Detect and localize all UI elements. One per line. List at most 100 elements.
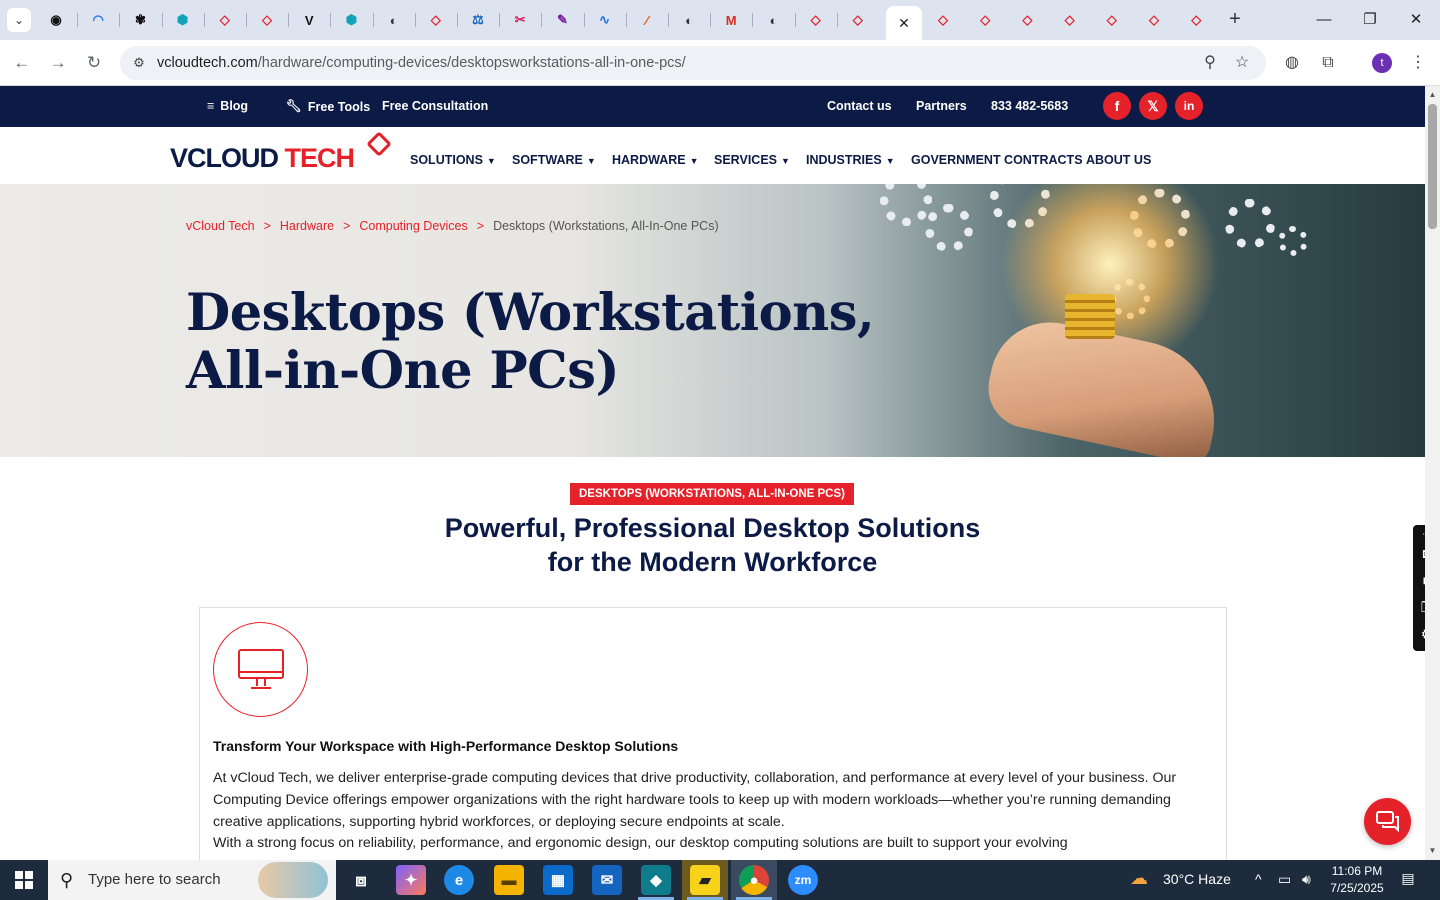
gmail-icon[interactable]: M: [721, 10, 741, 30]
extensions-icon[interactable]: ⧉: [1318, 53, 1338, 73]
vcloud-icon[interactable]: ◇: [1186, 10, 1206, 30]
edge-icon[interactable]: e: [444, 865, 474, 895]
contact-link[interactable]: Contact us: [827, 99, 892, 113]
search-placeholder: Type here to search: [88, 871, 221, 888]
card-title: Transform Your Workspace with High-Perfo…: [213, 738, 679, 754]
globe-icon[interactable]: ◐: [763, 10, 783, 30]
tab-search-button[interactable]: ⌄: [7, 8, 31, 32]
github-icon[interactable]: ◉: [46, 10, 66, 30]
vcloud-icon[interactable]: ◇: [215, 10, 235, 30]
forward-icon[interactable]: →: [46, 51, 70, 75]
globe-icon[interactable]: ◐: [384, 10, 404, 30]
wrench-icon: 🔧︎: [286, 99, 302, 113]
vcloud-icon[interactable]: ◇: [426, 10, 446, 30]
openai-icon[interactable]: ✾: [130, 10, 150, 30]
url-text[interactable]: vcloudtech.com/hardware/computing-device…: [157, 55, 686, 71]
v-check-icon[interactable]: V: [299, 10, 319, 30]
vcloud-icon[interactable]: ◇: [975, 10, 995, 30]
scroll-thumb[interactable]: [1428, 104, 1437, 229]
breadcrumb: vCloud Tech > Hardware > Computing Devices > D…: [186, 219, 719, 233]
nav-industries[interactable]: INDUSTRIES ▼: [806, 153, 895, 167]
pen-icon[interactable]: ✎: [552, 10, 572, 30]
file-explorer-icon[interactable]: ▬: [494, 865, 524, 895]
show-hidden-icons-icon[interactable]: ^: [1255, 871, 1262, 887]
globe-icon[interactable]: ◐: [679, 10, 699, 30]
nav-services[interactable]: SERVICES ▼: [714, 153, 790, 167]
vcloud-icon[interactable]: ◇: [933, 10, 953, 30]
network-icon[interactable]: ▭: [1278, 871, 1291, 888]
nav-about-us[interactable]: ABOUT US: [1086, 153, 1151, 167]
task-view-icon[interactable]: ⧈: [346, 865, 376, 895]
reload-icon[interactable]: ↻: [82, 51, 106, 75]
close-window-icon[interactable]: ✕: [1405, 9, 1427, 31]
vcloud-icon[interactable]: ◇: [1102, 10, 1122, 30]
vcloud-icon[interactable]: ◇: [257, 10, 277, 30]
hexagon-icon[interactable]: ⬢: [341, 10, 361, 30]
taskbar-search[interactable]: ⚲ Type here to search: [48, 860, 336, 900]
vcloud-icon[interactable]: ◇: [1017, 10, 1037, 30]
vcloud-icon[interactable]: ◇: [1060, 10, 1080, 30]
partners-link[interactable]: Partners: [916, 99, 967, 113]
wave-icon[interactable]: ◠: [88, 10, 108, 30]
windows-start-button[interactable]: [0, 860, 48, 900]
nav-solutions[interactable]: SOLUTIONS ▼: [410, 153, 496, 167]
zoom-app-icon[interactable]: zm: [788, 865, 818, 895]
search-icon: ⚲: [60, 870, 74, 890]
zoom-icon[interactable]: ⚲: [1200, 53, 1220, 73]
copilot-icon[interactable]: ✦: [396, 865, 426, 895]
page-scrollbar[interactable]: ▲ ▼: [1425, 86, 1440, 860]
site-settings-icon[interactable]: ⚙: [130, 54, 148, 72]
vcloud-icon[interactable]: ◇: [806, 10, 826, 30]
nav-government-contracts[interactable]: GOVERNMENT CONTRACTS: [911, 153, 1083, 167]
weather-icon[interactable]: ☁: [1130, 868, 1148, 889]
web-page: ≡ Blog 🔧︎ Free Tools Free Consultation Con…: [0, 86, 1425, 860]
nav-software[interactable]: SOFTWARE ▼: [512, 153, 596, 167]
chrome-icon[interactable]: ●: [739, 865, 769, 895]
x-twitter-icon[interactable]: 𝕏: [1139, 92, 1167, 120]
breadcrumb-home[interactable]: vCloud Tech: [186, 219, 255, 233]
tab-separator: [246, 13, 247, 27]
minimize-icon[interactable]: —: [1313, 9, 1335, 31]
system-clock[interactable]: 11:06 PM 7/25/2025: [1329, 863, 1385, 897]
vcloud-icon[interactable]: ◇: [848, 10, 868, 30]
hexagon-icon[interactable]: ⬢: [173, 10, 193, 30]
app-diamond-icon[interactable]: ◆: [641, 865, 671, 895]
mail-icon[interactable]: ✉: [592, 865, 622, 895]
browser-menu-icon[interactable]: ⋮: [1408, 53, 1428, 73]
translate-icon[interactable]: ◍: [1282, 53, 1302, 73]
bookmark-star-icon[interactable]: ☆: [1232, 53, 1252, 73]
nav-hardware[interactable]: HARDWARE ▼: [612, 153, 699, 167]
breadcrumb-hardware[interactable]: Hardware: [280, 219, 334, 233]
pulse-icon[interactable]: ∿: [595, 10, 615, 30]
volume-icon[interactable]: 🔊︎: [1302, 871, 1311, 888]
phone-link[interactable]: 833 482-5683: [991, 99, 1068, 113]
blog-link[interactable]: ≡ Blog: [207, 99, 248, 113]
tab-separator: [77, 13, 79, 27]
profile-avatar[interactable]: t: [1372, 53, 1392, 73]
weather-text[interactable]: 30°C Haze: [1163, 871, 1231, 887]
free-consultation-link[interactable]: Free Consultation: [382, 99, 488, 113]
back-icon[interactable]: ←: [10, 51, 34, 75]
desktop-monitor-icon: [213, 622, 308, 717]
restore-icon[interactable]: ❐: [1359, 9, 1381, 31]
address-bar[interactable]: ⚙ vcloudtech.com/hardware/computing-devi…: [120, 46, 1266, 80]
chat-button[interactable]: [1364, 798, 1411, 845]
notifications-icon[interactable]: ▤: [1398, 870, 1418, 890]
new-tab-button[interactable]: +: [1224, 8, 1246, 30]
scroll-down-icon[interactable]: ▼: [1427, 845, 1438, 856]
store-icon[interactable]: ▦: [543, 865, 573, 895]
sticky-notes-icon[interactable]: ▰: [690, 865, 720, 895]
clip-icon[interactable]: ✂: [510, 10, 530, 30]
slash-icon[interactable]: ⁄: [637, 10, 657, 30]
vcloud-icon[interactable]: ◇: [1144, 10, 1164, 30]
linkedin-icon[interactable]: in: [1175, 92, 1203, 120]
scroll-up-icon[interactable]: ▲: [1427, 89, 1438, 100]
scales-icon[interactable]: ⚖: [468, 10, 488, 30]
gear-icon: [925, 204, 973, 252]
tab-active-close-button[interactable]: ✕: [886, 6, 922, 40]
facebook-icon[interactable]: f: [1103, 92, 1131, 120]
breadcrumb-computing-devices[interactable]: Computing Devices: [359, 219, 467, 233]
section-heading: Powerful, Professional Desktop Solutions…: [340, 511, 1085, 579]
free-tools-link[interactable]: 🔧︎ Free Tools: [286, 99, 370, 114]
site-logo[interactable]: VCLOUD TECH: [170, 143, 355, 174]
